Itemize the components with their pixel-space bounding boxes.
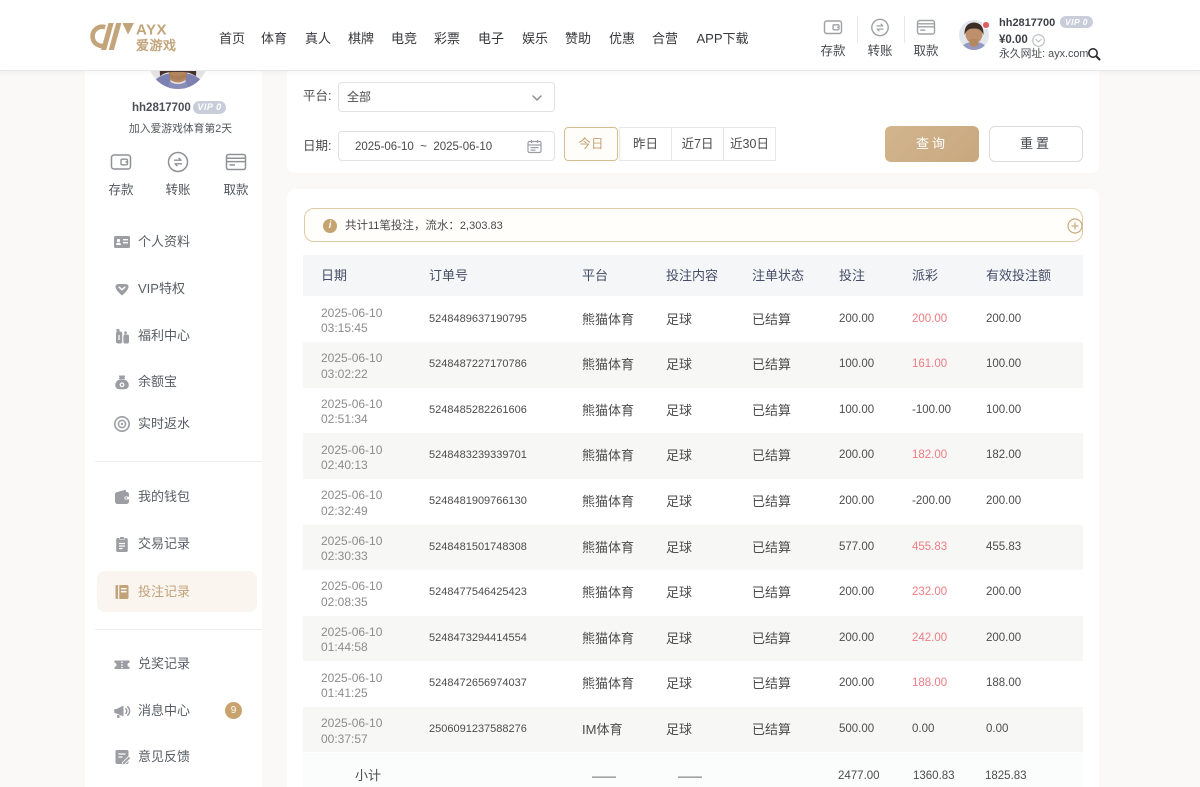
svg-text:AYX: AYX [136, 22, 167, 39]
svg-text:爱游戏: 爱游戏 [136, 38, 177, 53]
